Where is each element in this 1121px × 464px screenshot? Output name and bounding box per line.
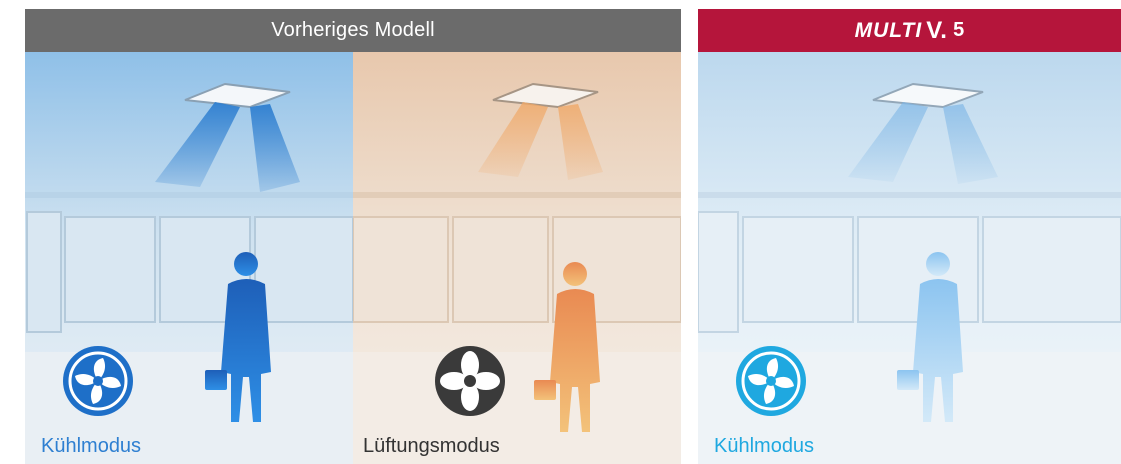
- cooling-fan-icon: [63, 346, 133, 416]
- ventilation-fan-icon: [435, 346, 505, 416]
- brand-multi: MULTI: [854, 18, 923, 42]
- brand-v: V.: [926, 16, 948, 44]
- ventilation-scene-previous: Lüftungsmodus: [353, 52, 681, 464]
- multi-v5-panel: MULTI V. 5 Kühlmodus: [698, 9, 1121, 464]
- previous-model-header: Vorheriges Modell: [25, 9, 681, 52]
- brand-number: 5: [953, 19, 965, 41]
- cooling-mode-label: Kühlmodus: [41, 435, 142, 457]
- previous-model-panel: Vorheriges Modell Kühlmodus Lüftungsmodu…: [25, 9, 681, 464]
- cooling-scene-previous: Kühlmodus: [25, 52, 353, 464]
- ventilation-mode-label: Lüftungsmodus: [363, 435, 500, 457]
- multi-v5-header: MULTI V. 5: [698, 9, 1121, 52]
- cooling-fan-icon: [736, 346, 806, 416]
- cooling-mode-label-multi-v5: Kühlmodus: [714, 435, 815, 457]
- cooling-scene-multi-v5: Kühlmodus: [698, 52, 1121, 464]
- previous-model-title: Vorheriges Modell: [271, 19, 435, 41]
